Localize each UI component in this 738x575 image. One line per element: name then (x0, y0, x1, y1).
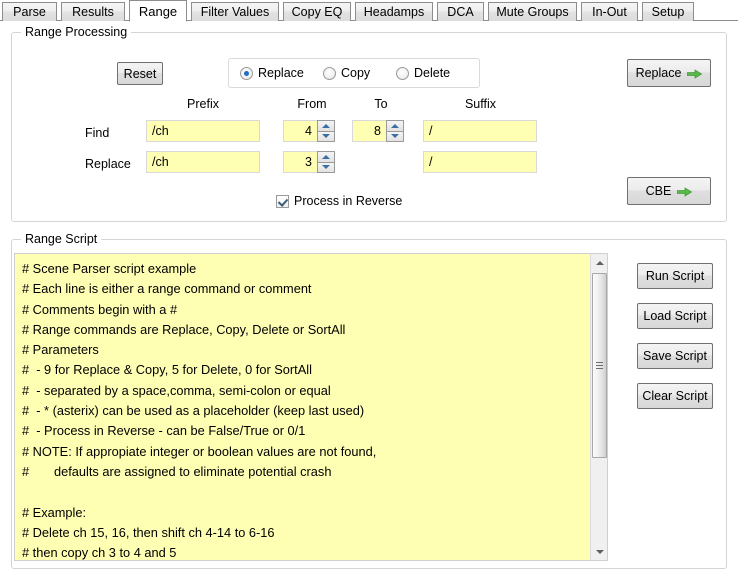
row-label-find: Find (85, 126, 110, 140)
radio-label: Delete (414, 66, 451, 80)
replace-suffix-value: / (429, 155, 433, 169)
tab-dca[interactable]: DCA (437, 2, 484, 21)
tab-strip: Parse Results Range Filter Values Copy E… (0, 0, 738, 22)
radio-dot-icon (396, 66, 409, 80)
tab-label: Copy EQ (291, 4, 343, 19)
stepper-down-button[interactable] (317, 130, 335, 142)
tab-copy-eq[interactable]: Copy EQ (283, 2, 351, 21)
stepper-down-button[interactable] (386, 130, 404, 142)
save-script-button[interactable]: Save Script (637, 343, 713, 369)
find-to-value: 8 (352, 120, 386, 142)
arrow-right-icon (676, 186, 693, 197)
triangle-up-icon (595, 260, 604, 265)
range-processing-caption: Range Processing (21, 25, 132, 39)
tab-label: Mute Groups (496, 4, 569, 19)
tab-label: Headamps (363, 4, 425, 19)
reset-button[interactable]: Reset (117, 62, 163, 85)
triangle-down-icon (391, 134, 399, 139)
replace-action-button[interactable]: Replace (627, 59, 711, 87)
clear-script-button[interactable]: Clear Script (637, 383, 713, 409)
cbe-button[interactable]: CBE (627, 177, 711, 205)
find-from-value: 4 (283, 120, 317, 142)
find-suffix-value: / (429, 124, 433, 138)
radio-copy[interactable]: Copy (323, 66, 370, 80)
tab-parse[interactable]: Parse (2, 2, 57, 21)
checkmark-icon (276, 194, 289, 208)
clear-script-label: Clear Script (642, 389, 708, 403)
tab-setup[interactable]: Setup (642, 2, 694, 21)
column-header-from: From (297, 97, 327, 111)
grip-icon (596, 362, 603, 369)
column-header-to: To (374, 97, 388, 111)
tab-label: Filter Values (200, 4, 270, 19)
radio-replace[interactable]: Replace (240, 66, 304, 80)
process-in-reverse-label: Process in Reverse (294, 194, 403, 208)
find-to-stepper[interactable]: 8 (352, 120, 404, 142)
tab-label: Range (138, 3, 178, 19)
run-script-label: Run Script (645, 269, 705, 283)
range-script-text[interactable]: # Scene Parser script example # Each lin… (15, 254, 590, 560)
run-script-button[interactable]: Run Script (637, 263, 713, 289)
replace-from-value: 3 (283, 151, 317, 173)
find-prefix-value: /ch (152, 124, 169, 138)
tab-label: Results (72, 4, 114, 19)
replace-prefix-input[interactable]: /ch (146, 151, 260, 173)
triangle-up-icon (322, 154, 330, 159)
radio-delete[interactable]: Delete (396, 66, 450, 80)
find-prefix-input[interactable]: /ch (146, 120, 260, 142)
stepper-up-button[interactable] (317, 120, 335, 131)
scroll-down-button[interactable] (591, 543, 607, 560)
stepper-up-button[interactable] (317, 151, 335, 162)
triangle-down-icon (595, 549, 604, 554)
triangle-down-icon (322, 134, 330, 139)
find-from-stepper[interactable]: 4 (283, 120, 335, 142)
stepper-down-button[interactable] (317, 161, 335, 173)
find-suffix-input[interactable]: / (423, 120, 537, 142)
triangle-up-icon (391, 123, 399, 128)
find-from-stepper-buttons (317, 120, 335, 142)
scrollbar-thumb[interactable] (592, 273, 607, 458)
cbe-button-label: CBE (645, 184, 672, 198)
tab-label: Setup (651, 4, 685, 19)
load-script-button[interactable]: Load Script (637, 303, 713, 329)
reset-button-label: Reset (123, 66, 157, 81)
tab-results[interactable]: Results (61, 2, 125, 21)
tab-range[interactable]: Range (129, 0, 187, 22)
tab-label: Parse (13, 4, 46, 19)
tab-in-out[interactable]: In-Out (581, 2, 638, 21)
range-script-editor[interactable]: # Scene Parser script example # Each lin… (14, 253, 608, 561)
arrow-right-icon (687, 68, 703, 79)
tab-filter-values[interactable]: Filter Values (191, 2, 279, 21)
row-label-replace: Replace (85, 157, 131, 171)
save-script-label: Save Script (643, 349, 707, 363)
radio-dot-icon (240, 66, 253, 80)
column-header-suffix: Suffix (464, 97, 497, 111)
replace-from-stepper[interactable]: 3 (283, 151, 335, 173)
replace-from-stepper-buttons (317, 151, 335, 173)
tab-label: DCA (447, 4, 474, 19)
tab-label: In-Out (592, 4, 627, 19)
replace-prefix-value: /ch (152, 155, 169, 169)
range-script-caption: Range Script (21, 232, 102, 246)
process-in-reverse-checkbox[interactable]: Process in Reverse (276, 194, 402, 208)
radio-label: Replace (258, 66, 304, 80)
find-to-stepper-buttons (386, 120, 404, 142)
tab-mute-groups[interactable]: Mute Groups (488, 2, 577, 21)
replace-action-label: Replace (635, 66, 682, 80)
triangle-up-icon (322, 123, 330, 128)
column-header-prefix: Prefix (187, 97, 219, 111)
radio-dot-icon (323, 66, 336, 80)
radio-label: Copy (341, 66, 371, 80)
replace-suffix-input[interactable]: / (423, 151, 537, 173)
load-script-label: Load Script (643, 309, 707, 323)
script-scrollbar[interactable] (590, 254, 607, 560)
tab-headamps[interactable]: Headamps (355, 2, 433, 21)
mode-radio-group: Replace Copy Delete (228, 58, 480, 88)
triangle-down-icon (322, 165, 330, 170)
scroll-up-button[interactable] (591, 254, 607, 271)
stepper-up-button[interactable] (386, 120, 404, 131)
